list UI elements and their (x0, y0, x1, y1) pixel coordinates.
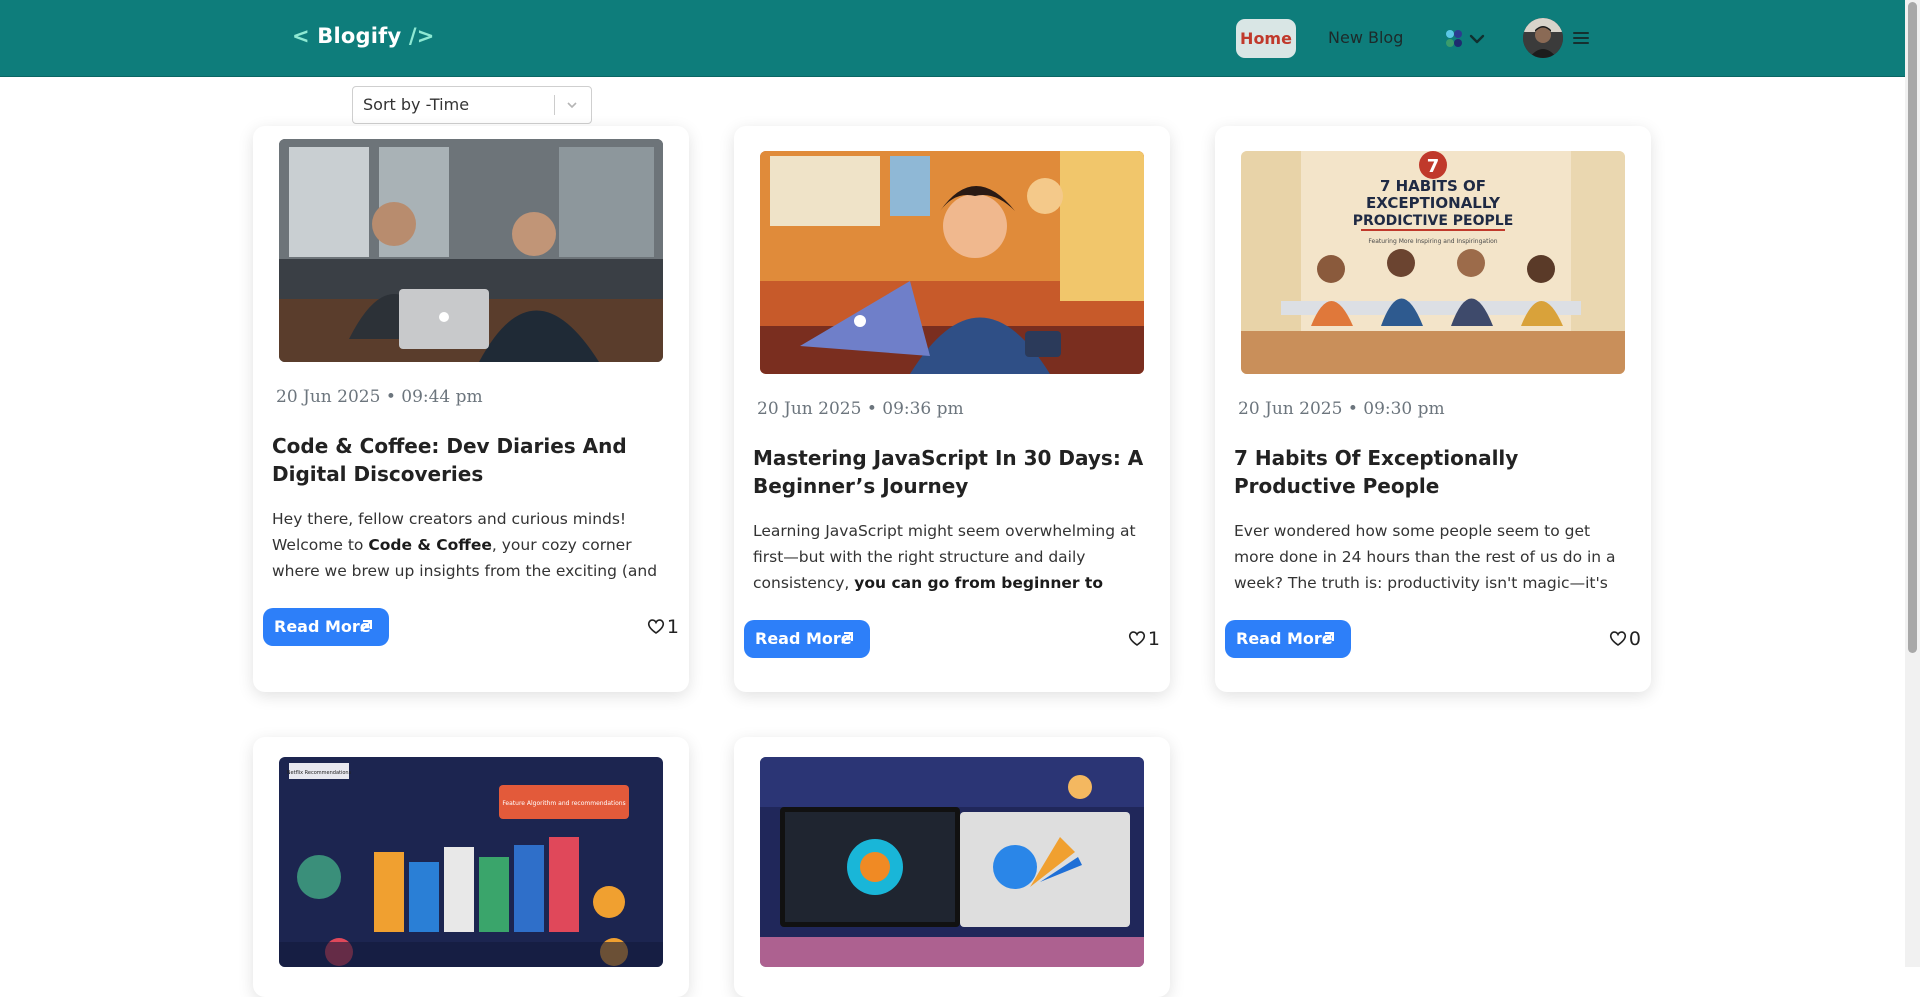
blog-card-excerpt: Hey there, fellow creators and curious m… (272, 506, 672, 590)
blog-card-date: 20 Jun 2025 • 09:44 pm (276, 387, 483, 407)
arrow-up-right-icon (1322, 632, 1334, 644)
read-more-label: Read More (274, 617, 371, 636)
blog-card-image[interactable] (760, 757, 1144, 967)
nav-new-blog-link[interactable]: New Blog (1328, 28, 1403, 47)
excerpt-text: Ever wondered how some people seem to ge… (1234, 522, 1616, 602)
blog-card-title: 7 Habits Of Exceptionally Productive Peo… (1234, 446, 1519, 498)
blog-card: 20 Jun 2025 • 09:36 pm Mastering JavaScr… (734, 126, 1170, 692)
blog-card-title: Mastering JavaScript In 30 Days: A Begin… (753, 446, 1144, 498)
theme-palette-icon (1446, 30, 1485, 47)
blog-card (734, 737, 1170, 997)
arrow-up-right-icon (360, 620, 372, 632)
blog-card-image[interactable]: Netflix Recommendations Feature Algorith… (279, 757, 663, 967)
brand-name: Blogify (309, 24, 409, 48)
read-more-button[interactable]: Read More (1225, 620, 1351, 658)
habits-title-line-3: PRODICTIVE PEOPLE (1353, 213, 1514, 229)
brand-logo[interactable]: < Blogify /> (292, 24, 435, 48)
habits-title-line-2: EXCEPTIONALLY (1366, 194, 1501, 212)
read-more-button[interactable]: Read More (744, 620, 870, 658)
blog-card: 7 7 HABITS OF EXCEPTIONALLY PRODICTIVE P… (1215, 126, 1651, 692)
brand-close-bracket: /> (408, 24, 435, 48)
habits-number: 7 (1427, 156, 1440, 177)
sort-select-value: Sort by -Time (363, 95, 470, 114)
netflix-callout-text: Feature Algorithm and recommendations (502, 800, 625, 807)
read-more-button[interactable]: Read More (263, 608, 389, 646)
blog-card-title: Code & Coffee: Dev Diaries And Digital D… (272, 434, 627, 486)
theme-selector-button[interactable] (1444, 27, 1489, 51)
blog-card-image[interactable] (760, 151, 1144, 374)
heart-icon (647, 619, 665, 634)
sort-select[interactable]: Sort by -Time (352, 86, 592, 124)
blog-card-image[interactable] (279, 139, 663, 362)
top-navbar: < Blogify /> Home New Blog (0, 0, 1905, 77)
read-more-label: Read More (755, 629, 852, 648)
excerpt-bold-text: Code & Coffee (368, 536, 492, 554)
blog-card-excerpt: Learning JavaScript might seem overwhelm… (753, 518, 1153, 602)
habits-subtitle: Featuring More Inspiring and Inspiringat… (1368, 238, 1497, 245)
blog-card-excerpt: Ever wondered how some people seem to ge… (1234, 518, 1634, 602)
hamburger-menu-icon[interactable] (1572, 29, 1590, 47)
netflix-header-text: Netflix Recommendations (287, 770, 352, 776)
blog-card: Netflix Recommendations Feature Algorith… (253, 737, 689, 997)
habits-title-line-1: 7 HABITS OF (1380, 177, 1486, 195)
chevron-down-icon (567, 102, 577, 109)
blog-card-date: 20 Jun 2025 • 09:36 pm (757, 399, 964, 419)
user-avatar[interactable] (1523, 18, 1563, 58)
sort-select-separator (554, 95, 555, 115)
brand-open-bracket: < (292, 24, 310, 48)
like-count: 1 (1147, 628, 1160, 650)
like-count: 1 (666, 616, 679, 638)
blog-card: 20 Jun 2025 • 09:44 pm Code & Coffee: De… (253, 126, 689, 692)
heart-icon (1128, 631, 1146, 646)
like-counter[interactable]: 1 (647, 616, 679, 638)
arrow-up-right-icon (841, 632, 853, 644)
blog-card-image[interactable]: 7 7 HABITS OF EXCEPTIONALLY PRODICTIVE P… (1241, 151, 1625, 374)
like-counter[interactable]: 0 (1609, 628, 1641, 650)
nav-home-link[interactable]: Home (1236, 19, 1296, 58)
read-more-label: Read More (1236, 629, 1333, 648)
like-count: 0 (1628, 628, 1641, 650)
scrollbar-thumb[interactable] (1908, 2, 1917, 653)
heart-icon (1609, 631, 1627, 646)
like-counter[interactable]: 1 (1128, 628, 1160, 650)
blog-card-date: 20 Jun 2025 • 09:30 pm (1238, 399, 1445, 419)
